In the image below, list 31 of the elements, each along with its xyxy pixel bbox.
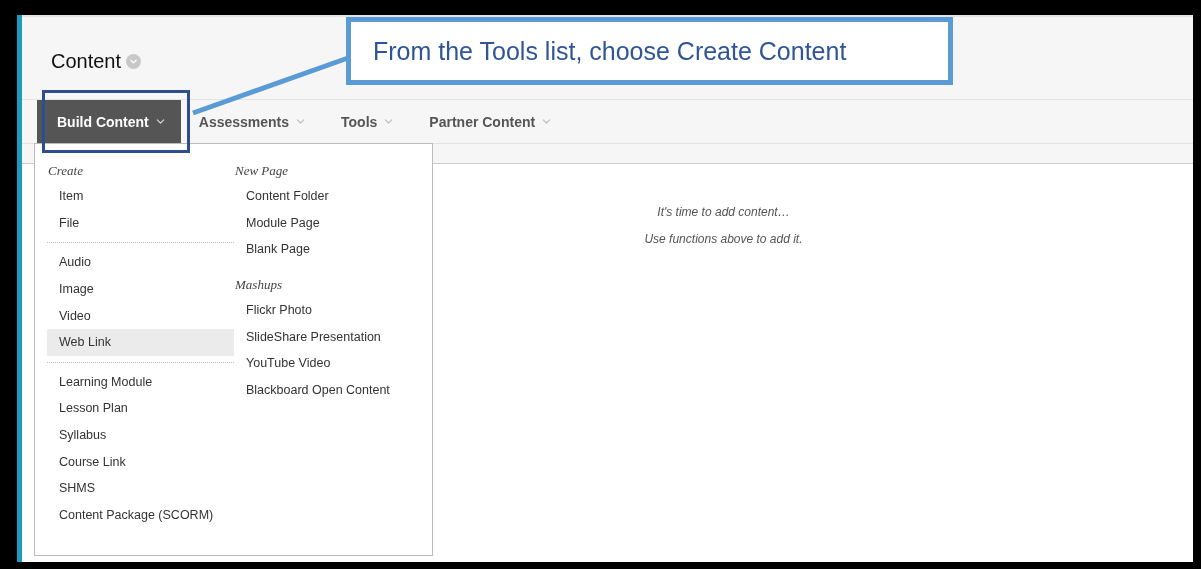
page-title: Content: [51, 49, 122, 73]
toolbar-tab[interactable]: Tools: [323, 100, 412, 143]
menu-item[interactable]: Lesson Plan: [47, 395, 234, 422]
menu-item[interactable]: Syllabus: [47, 421, 234, 449]
menu-item[interactable]: Video: [47, 302, 234, 329]
menu-item[interactable]: SlideShare Presentation: [234, 323, 424, 350]
menu-item[interactable]: YouTube Video: [234, 349, 424, 377]
menu-item[interactable]: File: [47, 209, 234, 237]
menu-heading: New Page: [234, 163, 290, 180]
empty-state-text: Use functions above to add it.: [644, 232, 803, 246]
menu-item[interactable]: Course Link: [47, 448, 234, 475]
menu-item[interactable]: Flickr Photo: [234, 296, 424, 324]
menu-item[interactable]: Content Folder: [234, 183, 424, 210]
callout-text: From the Tools list, choose Create Content: [346, 17, 953, 85]
menu-item[interactable]: Image: [47, 275, 234, 303]
toolbar-tab[interactable]: Build Content: [37, 100, 181, 143]
menu-item[interactable]: Blank Page: [234, 236, 424, 263]
chevron-circle-icon[interactable]: [126, 53, 142, 69]
empty-state-text: It's time to add content…: [657, 205, 790, 219]
menu-item[interactable]: SHMS: [47, 474, 234, 502]
menu-item[interactable]: Module Page: [234, 209, 424, 237]
menu-item[interactable]: Audio: [47, 249, 234, 276]
menu-heading: Mashups: [234, 276, 283, 294]
menu-item[interactable]: Web Link: [47, 328, 234, 356]
menu-item[interactable]: Blackboard Open Content: [234, 376, 424, 404]
menu-item[interactable]: Item: [47, 183, 234, 210]
menu-item[interactable]: Learning Module: [47, 368, 234, 396]
menu-heading: Create: [47, 163, 84, 180]
menu-item[interactable]: Content Package (SCORM): [47, 501, 234, 529]
toolbar-tab[interactable]: Assessments: [180, 100, 324, 143]
toolbar-tab[interactable]: Partner Content: [411, 100, 570, 143]
